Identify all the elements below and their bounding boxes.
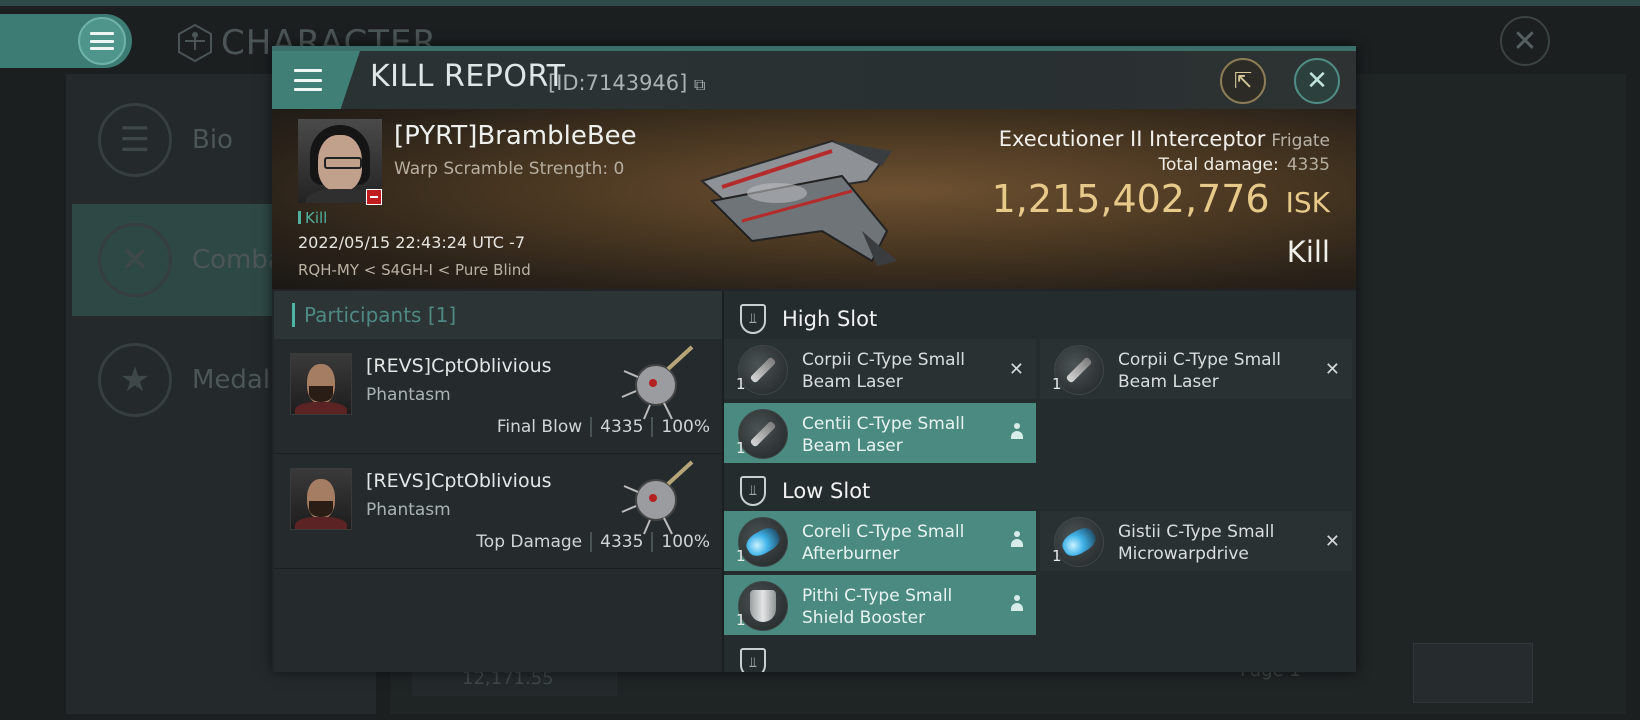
sidebar-item-label: Bio (192, 125, 233, 155)
sidebar-item-label: Comba (192, 245, 284, 275)
participant-role: Final Blow (496, 417, 583, 437)
participant-stats: Final Blow 4335 100% (497, 417, 710, 437)
participants-tab[interactable]: Participants [1] (274, 291, 722, 339)
participant-stats: Top Damage 4335 100% (476, 532, 710, 552)
main-menu-button[interactable] (0, 14, 132, 68)
module-name: Pithi C-Type Small Shield Booster (802, 586, 953, 628)
module-qty: 1 (736, 611, 746, 629)
module-item[interactable]: 1 Centii C-Type Small Beam Laser (724, 403, 1036, 463)
participant-damage: 4335 (590, 532, 651, 552)
filter-button[interactable] (1413, 643, 1533, 703)
close-button[interactable]: ✕ (1294, 58, 1340, 104)
kill-report-dialog: KILL REPORT [ID:7143946] ⧉ ⇱ ✕ [PYRT]Bra… (272, 46, 1356, 672)
participant-row[interactable]: [REVS]CptOblivious Phantasm Top Damage 4… (274, 454, 722, 569)
security-status-flag (366, 189, 382, 205)
participant-ship: Phantasm (366, 385, 451, 405)
dropped-person-icon (1010, 423, 1024, 443)
participant-portrait[interactable] (290, 353, 352, 415)
slot-label: High Slot (782, 307, 878, 331)
participant-name: [REVS]CptOblivious (366, 470, 552, 492)
dialog-title: KILL REPORT (370, 59, 566, 94)
ship-image[interactable] (682, 121, 902, 271)
slot-label: Low Slot (782, 479, 871, 503)
share-button[interactable]: ⇱ (1220, 58, 1266, 104)
copy-icon[interactable]: ⧉ (694, 75, 705, 94)
victim-name[interactable]: [PYRT]BrambleBee (394, 121, 637, 151)
participant-row[interactable]: [REVS]CptOblivious Phantasm Final Blow 4… (274, 339, 722, 454)
vitruvian-icon (178, 23, 212, 63)
list-icon: ☰ (98, 103, 172, 177)
module-qty: 1 (1052, 547, 1062, 565)
total-damage: Total damage: 4335 (1158, 155, 1330, 175)
module-item[interactable]: 1 Corpii C-Type Small Beam Laser ✕ (1040, 339, 1352, 399)
dialog-header: KILL REPORT [ID:7143946] ⧉ ⇱ ✕ (272, 51, 1356, 109)
warp-scramble-strength: Warp Scramble Strength: 0 (394, 159, 625, 179)
module-name: Centii C-Type Small Beam Laser (802, 414, 965, 456)
external-link-icon: ⇱ (1233, 68, 1253, 94)
module-qty: 1 (736, 375, 746, 393)
star-medal-icon: ★ (98, 343, 172, 417)
victim-banner: [PYRT]BrambleBee Warp Scramble Strength:… (272, 109, 1356, 289)
module-qty: 1 (736, 439, 746, 457)
dialog-menu-button[interactable] (272, 51, 360, 109)
module-item[interactable]: 1 Gistii C-Type Small Microwarpdrive ✕ (1040, 511, 1352, 571)
kill-id[interactable]: [ID:7143946] ⧉ (548, 71, 705, 95)
high-slot-icon: ⫫ (740, 304, 766, 334)
participant-percent: 100% (651, 417, 710, 437)
top-bar (0, 0, 1640, 6)
module-name: Coreli C-Type Small Afterburner (802, 522, 965, 564)
participant-name: [REVS]CptOblivious (366, 355, 552, 377)
result-label: Kill (1286, 235, 1330, 269)
ship-class: Frigate (1271, 131, 1330, 151)
hamburger-icon (78, 17, 126, 65)
kill-id-label: [ID:7143946] (548, 71, 688, 95)
screen-close-button[interactable]: ✕ (1500, 16, 1550, 66)
total-damage-value: 4335 (1286, 155, 1330, 175)
low-slot-icon: ⫫ (740, 476, 766, 506)
module-item[interactable]: 1 Corpii C-Type Small Beam Laser ✕ (724, 339, 1036, 399)
hamburger-icon (294, 69, 322, 91)
participants-title: Participants [1] (304, 303, 457, 327)
module-qty: 1 (1052, 375, 1062, 393)
dropped-person-icon (1010, 531, 1024, 551)
module-qty: 1 (736, 547, 746, 565)
kill-datetime: 2022/05/15 22:43:24 UTC -7 (298, 233, 526, 252)
module-name: Corpii C-Type Small Beam Laser (802, 350, 966, 392)
mid-slot-icon: ⫫ (740, 648, 766, 672)
module-item[interactable]: 1 Pithi C-Type Small Shield Booster (724, 575, 1036, 635)
sidebar-item-label: Medal (192, 365, 271, 395)
participant-ship-icon (621, 460, 694, 535)
close-icon: ✕ (1512, 23, 1538, 59)
participant-role: Top Damage (476, 532, 583, 552)
dropped-person-icon (1010, 595, 1024, 615)
module-item[interactable]: 1 Coreli C-Type Small Afterburner (724, 511, 1036, 571)
participant-damage: 4335 (590, 417, 651, 437)
kill-tag: Kill (298, 209, 327, 227)
fitting-panel: ⫫ High Slot 1 Corpii C-Type Small Beam L… (724, 291, 1356, 672)
ship-type[interactable]: Executioner II Interceptor Frigate (999, 127, 1330, 151)
destroyed-icon: ✕ (1324, 359, 1340, 380)
isk-value-row: 1,215,402,776 ISK (992, 177, 1330, 221)
module-name: Gistii C-Type Small Microwarpdrive (1118, 522, 1275, 564)
destroyed-icon: ✕ (1324, 531, 1340, 552)
participant-portrait[interactable] (290, 468, 352, 530)
crossed-swords-icon: ✕ (98, 223, 172, 297)
participants-panel: Participants [1] [REVS]CptOblivious Phan… (274, 291, 724, 672)
ship-name: Executioner II Interceptor (998, 127, 1266, 151)
participant-ship: Phantasm (366, 500, 451, 520)
participant-ship-icon (621, 345, 694, 420)
close-icon: ✕ (1306, 66, 1328, 96)
kill-location[interactable]: RQH-MY < S4GH-I < Pure Blind (298, 261, 531, 279)
isk-value: 1,215,402,776 (991, 177, 1270, 221)
total-damage-label: Total damage: (1158, 155, 1279, 175)
mid-slot-header: ⫫ (724, 635, 1356, 672)
participant-percent: 100% (651, 532, 710, 552)
module-name: Corpii C-Type Small Beam Laser (1118, 350, 1282, 392)
destroyed-icon: ✕ (1008, 359, 1024, 380)
isk-unit: ISK (1285, 186, 1330, 219)
